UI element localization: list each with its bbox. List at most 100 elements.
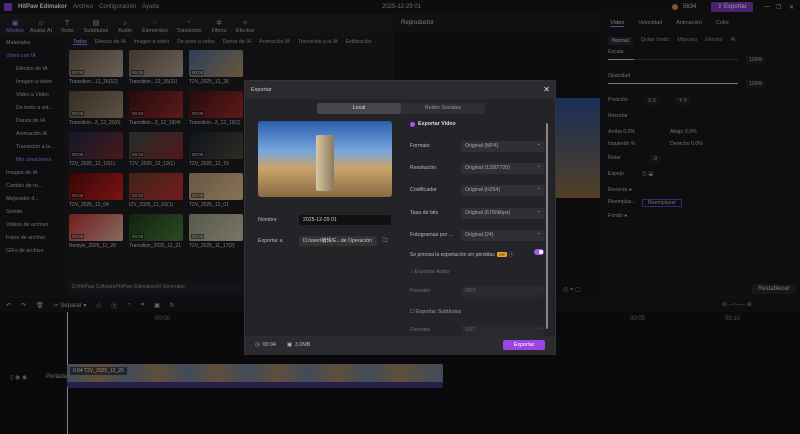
property-tab[interactable]: Velocidad — [638, 20, 662, 27]
media-item[interactable]: 00:04 Transition...3_12_19(4) — [129, 91, 183, 126]
subtitle-format-select[interactable]: SRT — [461, 323, 545, 336]
category-tab[interactable]: Danza de IA — [223, 39, 252, 45]
position-x[interactable]: X 0 — [644, 97, 660, 105]
property-tab[interactable]: Animación — [676, 20, 702, 27]
media-item[interactable]: 00:05 Transition...12_26(11) — [129, 50, 183, 85]
reverse-icon[interactable]: ↻ — [170, 302, 175, 309]
mirror-buttons[interactable]: ◫ ⬓ — [642, 171, 653, 177]
category-tab[interactable]: Efectos de IA — [95, 39, 126, 45]
tool-elementos[interactable]: ⁘ Elementos — [138, 19, 172, 34]
media-item[interactable]: 00:05 Transition...3_12_19(2) — [189, 91, 243, 126]
category-tab[interactable]: Estilización — [346, 39, 372, 45]
crop-right[interactable]: Derecho 0.0% — [670, 141, 703, 147]
tool-transicion[interactable]: ⁺ Transición — [172, 19, 206, 34]
setting-select[interactable]: Original (1280*720) — [461, 161, 545, 174]
sidebar-item[interactable]: Fotos de archivo — [0, 232, 62, 245]
background-toggle[interactable]: ● — [624, 213, 627, 219]
freeze-icon[interactable]: ▣ — [154, 302, 160, 309]
sidebar-item[interactable]: Imagen a video — [0, 76, 62, 89]
crop-top[interactable]: Arriba 0.0% — [608, 129, 635, 135]
sidebar-item[interactable]: De texto a vid... — [0, 102, 62, 115]
info-icon[interactable]: ⓘ — [509, 252, 514, 258]
position-y[interactable]: Y 0 — [675, 97, 691, 105]
sidebar-item[interactable]: Danza de IA — [0, 115, 62, 128]
close-window-icon[interactable]: ✕ — [789, 4, 794, 11]
category-tab[interactable]: Imagen a video — [134, 39, 169, 45]
category-tab[interactable]: Transición a la IA — [298, 39, 338, 45]
media-item[interactable]: 00:05 T2V_2025_12_19(1) — [69, 132, 123, 167]
minimize-icon[interactable]: — — [764, 4, 770, 10]
category-tab[interactable]: Todos — [73, 39, 87, 45]
export-path-field[interactable]: D:/user/编辑/E...de Operación — [299, 236, 377, 246]
property-subtab[interactable]: Efectos — [705, 37, 722, 45]
sidebar-item[interactable]: Transición a la... — [0, 141, 62, 154]
media-item[interactable]: 00:05 T2V_2025_12_26 — [189, 50, 243, 85]
menu-ayuda[interactable]: Ayuda — [142, 4, 159, 10]
scale-slider[interactable] — [608, 59, 738, 60]
tab-local[interactable]: Local — [317, 103, 401, 114]
sidebar-item[interactable]: Sonido — [0, 206, 62, 219]
media-item[interactable]: 00:05 Restyle_2025_11_28 — [69, 214, 123, 249]
name-input[interactable] — [299, 215, 391, 225]
media-item[interactable]: 00:05 Transition...12_26(12) — [69, 50, 123, 85]
delete-icon[interactable]: 🗑 — [36, 302, 44, 309]
sidebar-item[interactable]: Animación IA — [0, 128, 62, 141]
property-subtab[interactable]: AI — [731, 37, 736, 45]
replace-button[interactable]: Reemplazar — [642, 199, 682, 207]
restore-icon[interactable]: ❐ — [776, 4, 781, 11]
sidebar-item[interactable]: Mis creaciones — [0, 154, 62, 167]
category-tab[interactable]: Animación IA — [259, 39, 290, 45]
undo-icon[interactable]: ↶ — [6, 302, 11, 309]
crop-icon[interactable]: ⌗ — [141, 302, 144, 309]
opacity-slider[interactable] — [608, 83, 738, 84]
audio-format-select[interactable]: MP3 — [461, 284, 545, 297]
crop-left[interactable]: Izquierdo % — [608, 141, 635, 147]
sidebar-item[interactable]: Video a Video — [0, 89, 62, 102]
setting-select[interactable]: Original (H264) — [461, 183, 545, 196]
settings-scrollbar[interactable] — [546, 123, 548, 329]
track-controls[interactable]: ▯ ◉ ◉ — [10, 374, 27, 381]
media-item[interactable]: 00:05 Transition...3_12_20(6) — [69, 91, 123, 126]
sidebar-item[interactable]: Videos de archivo — [0, 219, 62, 232]
tab-redes-sociales[interactable]: Redes Sociales — [401, 103, 485, 114]
video-clip[interactable]: 0:04 T2V_2025_12_26 — [67, 364, 443, 388]
sidebar-item[interactable]: GIFs de archivo — [0, 245, 62, 258]
tool-avatar-ai[interactable]: ☺ Avatar AI — [28, 20, 54, 34]
setting-select[interactable]: Original (MP4) — [461, 139, 545, 152]
rotate-input[interactable]: 0 — [650, 155, 661, 163]
property-subtab[interactable]: Normal — [608, 37, 633, 45]
tool-medios[interactable]: ▣ Medios — [2, 19, 28, 34]
media-item[interactable]: 00:05 T2V_2025_11_17(2) — [189, 214, 243, 249]
opacity-value[interactable]: 100% — [746, 80, 766, 88]
setting-select[interactable]: Original (24) — [461, 228, 545, 241]
setting-select[interactable]: Original (6760kbps) — [461, 206, 545, 219]
sidebar-item[interactable]: Imagen de IA — [0, 167, 62, 180]
property-subtab[interactable]: Quitar fondo — [641, 37, 670, 45]
zoom-controls[interactable]: ⊖ ─○── ⊕ — [722, 301, 752, 308]
export-video-radio[interactable] — [410, 122, 415, 127]
property-tab[interactable]: Vídeo — [610, 20, 625, 27]
media-item[interactable]: 00:05 T2V_2025_12_04 — [69, 173, 123, 208]
lossless-toggle[interactable] — [534, 249, 544, 255]
tool-audio[interactable]: ♪ Audio — [112, 20, 138, 34]
folder-icon[interactable]: 🗀 — [382, 236, 388, 246]
reset-button[interactable]: Restablecer — [752, 284, 797, 294]
sidebar-item[interactable]: Mejorador d... — [0, 193, 62, 206]
export-subtitles-option[interactable]: ☐ Exportar Subtítulos — [410, 309, 461, 315]
menu-archivo[interactable]: Archivo — [73, 4, 93, 10]
tool-efectos[interactable]: ✧ Efectos — [232, 19, 258, 34]
redo-icon[interactable]: ↷ — [21, 302, 26, 309]
sidebar-item[interactable]: Cambio de ro... — [0, 180, 62, 193]
text-tool-icon[interactable]: Ⓣ — [111, 301, 117, 310]
tool-texto[interactable]: T Texto — [54, 20, 80, 34]
sidebar-item[interactable]: Efectos de IA — [0, 63, 62, 76]
media-item[interactable]: 00:05 Transition_2025_11_21 — [129, 214, 183, 249]
media-item[interactable]: 00:05 T2V_2025_12_19 — [189, 132, 243, 167]
tool-filtros[interactable]: ✲ Filtros — [206, 19, 232, 34]
property-subtab[interactable]: Máscara — [677, 37, 697, 45]
tool-subtitulos[interactable]: ▤ Subtítulos — [80, 19, 112, 34]
split-button[interactable]: ✂ Separar ▾ — [54, 302, 87, 309]
property-tab[interactable]: Color — [716, 20, 729, 27]
crop-bottom[interactable]: Abajo 0.0% — [670, 129, 697, 135]
sidebar-item[interactable]: Materiales — [0, 37, 62, 50]
